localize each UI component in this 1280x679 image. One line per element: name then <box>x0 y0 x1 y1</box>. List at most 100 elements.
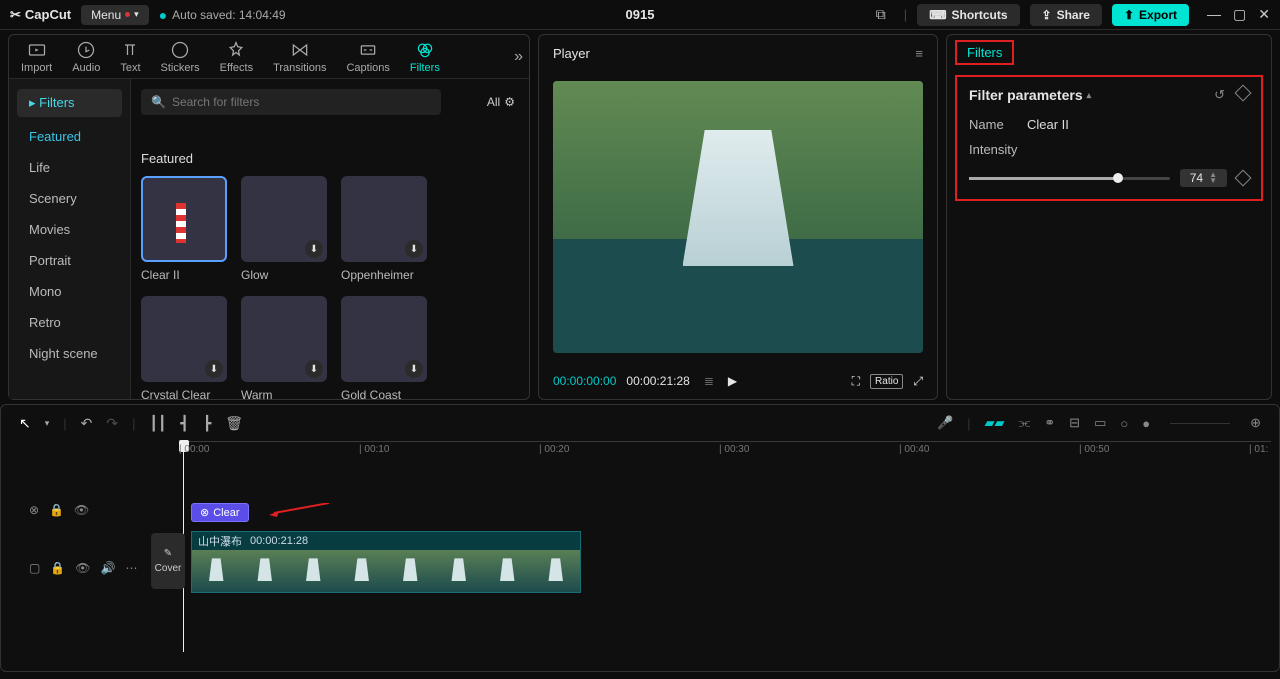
download-icon[interactable]: ⬇ <box>405 240 423 258</box>
category-life[interactable]: Life <box>9 152 130 183</box>
filter-thumb[interactable]: ⬇ Crystal Clear <box>141 296 227 399</box>
pointer-tool-icon[interactable]: ↖ <box>19 415 31 432</box>
tabs-more-icon[interactable]: » <box>514 48 523 66</box>
shortcuts-button[interactable]: ⌨ Shortcuts <box>917 4 1019 26</box>
media-panel: Import Audio Text Stickers Effects Trans… <box>8 34 530 400</box>
layout-icon[interactable]: ⧉ <box>868 2 894 27</box>
zoom-fit-icon[interactable]: ⊕ <box>1250 415 1261 431</box>
video-track-icon[interactable]: ▢ <box>29 561 40 575</box>
list-icon[interactable]: ≣ <box>704 374 714 388</box>
thumb-label: Crystal Clear <box>141 388 227 399</box>
redo-icon[interactable]: ↷ <box>106 415 118 432</box>
delete-icon[interactable]: 🗑 <box>225 415 243 432</box>
ruler-tick: | 01: <box>1249 444 1268 455</box>
split-icon[interactable]: ┃┃ <box>150 415 167 432</box>
link-icon[interactable]: ⫘ <box>1019 415 1031 431</box>
effect-track-icon[interactable]: ⊗ <box>29 503 39 517</box>
undo-icon[interactable]: ↶ <box>81 415 93 432</box>
cover-button[interactable]: ✎ Cover <box>151 533 185 589</box>
search-input[interactable]: 🔍 Search for filters <box>141 89 441 115</box>
thumb-label: Clear II <box>141 268 227 282</box>
align-icon[interactable]: ⊟ <box>1069 415 1080 431</box>
thumb-label: Glow <box>241 268 327 282</box>
thumb-label: Gold Coast <box>341 388 427 399</box>
play-button[interactable]: ▶ <box>728 374 737 388</box>
close-icon[interactable]: ✕ <box>1258 6 1270 23</box>
category-mono[interactable]: Mono <box>9 276 130 307</box>
download-icon[interactable]: ⬇ <box>305 240 323 258</box>
filter-thumb[interactable]: ⬇Oppenheimer <box>341 176 427 282</box>
download-icon[interactable]: ⬇ <box>305 360 323 378</box>
category-movies[interactable]: Movies <box>9 214 130 245</box>
tab-audio[interactable]: Audio <box>66 38 106 76</box>
download-icon[interactable]: ⬇ <box>405 360 423 378</box>
lock-icon[interactable]: 🔒 <box>50 561 65 575</box>
category-retro[interactable]: Retro <box>9 307 130 338</box>
reset-icon[interactable]: ↺ <box>1214 87 1225 103</box>
trim-left-icon[interactable]: ┫ <box>180 415 188 432</box>
pointer-dropdown-icon[interactable]: ▾ <box>45 418 50 429</box>
chain-icon[interactable]: ⚭ <box>1044 415 1055 431</box>
filter-thumb[interactable]: ⬇ Gold Coast <box>341 296 427 399</box>
filter-clip[interactable]: ⊗ Clear <box>191 503 249 522</box>
trim-right-icon[interactable]: ┣ <box>203 415 211 432</box>
category-scenery[interactable]: Scenery <box>9 183 130 214</box>
mic-icon[interactable]: 🎤 <box>937 415 953 431</box>
ruler-tick: | 00:10 <box>359 444 389 455</box>
track2-controls[interactable]: ▢ 🔒 👁 🔊 ⋯ <box>29 561 137 575</box>
preview-icon[interactable]: ▭ <box>1094 415 1106 431</box>
time-duration: 00:00:21:28 <box>626 374 689 388</box>
intensity-keyframe-icon[interactable] <box>1235 170 1252 187</box>
player-title: Player <box>553 46 590 61</box>
tab-stickers[interactable]: Stickers <box>155 38 206 76</box>
ratio-button[interactable]: Ratio <box>870 374 903 389</box>
filter-thumb[interactable]: ⬇Warm <box>241 296 327 399</box>
filter-name-value: Clear II <box>1027 117 1069 132</box>
filter-thumb[interactable]: ⬇ Glow <box>241 176 327 282</box>
category-featured[interactable]: Featured <box>9 121 130 152</box>
share-button[interactable]: ⇪ Share <box>1030 4 1102 26</box>
keyframe-icon[interactable] <box>1235 85 1252 102</box>
scan-icon[interactable]: ⛶ <box>852 374 860 389</box>
more-icon[interactable]: ⋯ <box>125 561 137 575</box>
filter-thumb[interactable]: Clear II <box>141 176 227 282</box>
timeline-panel: ↖ ▾ | ↶ ↷ | ┃┃ ┫ ┣ 🗑 🎤 | ▰▰ ⫘ ⚭ ⊟ ▭ ○ ● … <box>0 404 1280 672</box>
zoom-out-icon[interactable]: ○ <box>1120 416 1128 431</box>
filter-all-button[interactable]: All ⚙ <box>483 89 519 115</box>
category-nightscene[interactable]: Night scene <box>9 338 130 369</box>
record-icon[interactable]: ● <box>1142 416 1150 431</box>
player-menu-icon[interactable]: ≡ <box>915 46 923 61</box>
tab-transitions[interactable]: Transitions <box>267 38 332 76</box>
maximize-icon[interactable]: ▢ <box>1233 6 1246 23</box>
tab-captions[interactable]: Captions <box>340 38 395 76</box>
download-icon[interactable]: ⬇ <box>205 360 223 378</box>
search-icon: 🔍 <box>151 95 166 109</box>
tab-filters[interactable]: Filters <box>404 38 446 76</box>
tab-text[interactable]: Text <box>114 38 146 76</box>
check-icon: ● <box>159 7 167 23</box>
video-preview[interactable] <box>553 81 923 353</box>
menu-button[interactable]: Menu▾ <box>81 5 149 25</box>
track1-controls[interactable]: ⊗ 🔒 👁 <box>29 503 89 517</box>
lock-icon[interactable]: 🔒 <box>49 503 64 517</box>
eye-icon[interactable]: 👁 <box>75 561 90 575</box>
eye-icon[interactable]: 👁 <box>74 503 89 517</box>
ruler-tick: | 00:40 <box>899 444 929 455</box>
intensity-value-input[interactable]: 74 ▲▼ <box>1180 169 1227 187</box>
category-portrait[interactable]: Portrait <box>9 245 130 276</box>
intensity-slider[interactable] <box>969 177 1170 180</box>
tab-import[interactable]: Import <box>15 38 58 76</box>
video-clip[interactable]: 山中瀑布 00:00:21:28 <box>191 531 581 593</box>
fullscreen-icon[interactable]: ⤢ <box>913 374 923 389</box>
minimize-icon[interactable]: — <box>1207 6 1221 23</box>
timeline-ruler[interactable]: | 00:00| 00:10| 00:20| 00:30| 00:40| 00:… <box>179 441 1271 461</box>
titlebar: ✂ CapCut Menu▾ ● Auto saved: 14:04:49 09… <box>0 0 1280 30</box>
mute-icon[interactable]: 🔊 <box>101 561 116 575</box>
filter-params-title: Filter parameters ▴ <box>969 87 1091 103</box>
ruler-tick: | 00:00 <box>179 444 209 455</box>
tab-effects[interactable]: Effects <box>214 38 259 76</box>
inspector-tab-filters[interactable]: Filters <box>955 40 1014 65</box>
magnet-icon[interactable]: ▰▰ <box>985 415 1005 431</box>
category-head-filters[interactable]: ▸ Filters <box>17 89 122 117</box>
export-button[interactable]: ⬆ Export <box>1112 4 1189 26</box>
